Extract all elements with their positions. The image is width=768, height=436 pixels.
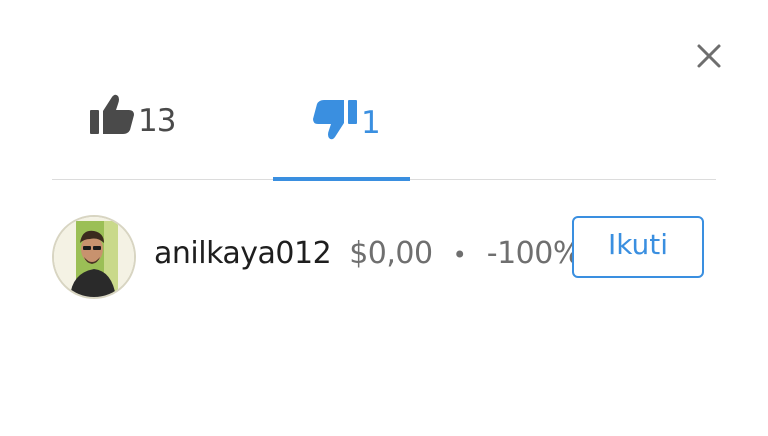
vote-percent: -100% [486, 236, 582, 271]
avatar[interactable] [52, 215, 136, 299]
close-button[interactable] [694, 41, 724, 71]
thumbs-up-icon [90, 94, 134, 134]
likes-count: 13 [138, 103, 176, 139]
active-tab-indicator [273, 177, 410, 181]
tab-dislikes[interactable]: 1 [311, 98, 381, 142]
follow-button[interactable]: Ikuti [572, 216, 704, 278]
separator-dot: • [452, 241, 467, 269]
voter-payout: $0,00 [349, 236, 433, 271]
thumbs-down-icon [313, 100, 357, 140]
tab-likes[interactable]: 13 [88, 90, 176, 139]
voter-username[interactable]: anilkaya012 [154, 236, 332, 271]
dislikes-count: 1 [361, 104, 381, 141]
voter-row: anilkaya012 $0,00 • -100% [154, 236, 581, 271]
close-icon [697, 44, 721, 68]
